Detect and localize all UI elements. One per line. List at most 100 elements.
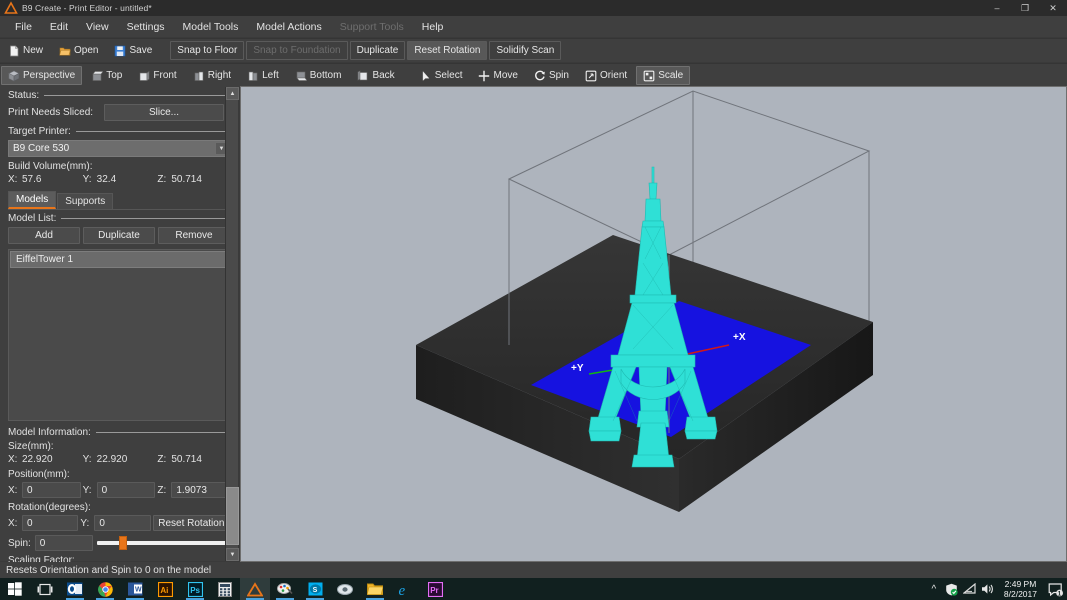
taskbar-internet-explorer[interactable]: e bbox=[390, 578, 420, 600]
taskbar-skype[interactable]: S bbox=[300, 578, 330, 600]
select-tool-button[interactable]: Select bbox=[413, 66, 470, 85]
taskbar-word[interactable]: W bbox=[120, 578, 150, 600]
spin-label: Spin bbox=[548, 70, 569, 81]
spin-slider-handle[interactable] bbox=[118, 536, 127, 550]
new-button[interactable]: New bbox=[1, 41, 50, 60]
back-view-button[interactable]: Back bbox=[350, 66, 401, 85]
taskbar-outlook[interactable] bbox=[60, 578, 90, 600]
move-tool-button[interactable]: Move bbox=[471, 66, 524, 85]
bottom-label: Bottom bbox=[309, 70, 342, 81]
scroll-up-arrow-icon[interactable]: ▲ bbox=[226, 87, 239, 100]
menu-settings[interactable]: Settings bbox=[118, 18, 174, 36]
taskbar-file-explorer[interactable] bbox=[360, 578, 390, 600]
taskbar-calculator[interactable] bbox=[210, 578, 240, 600]
open-button[interactable]: Open bbox=[52, 41, 105, 60]
model-list-box[interactable]: EiffelTower 1 bbox=[8, 249, 230, 421]
position-z-field[interactable]: 1.9073 bbox=[171, 482, 231, 498]
build-volume-z-value: 50.714 bbox=[171, 174, 202, 185]
top-view-button[interactable]: Top bbox=[84, 66, 129, 85]
rotation-values: X: 0 Y: 0 Reset Rotation bbox=[0, 513, 238, 533]
tab-supports[interactable]: Supports bbox=[57, 193, 114, 209]
illustrator-icon: Ai bbox=[157, 581, 173, 597]
spin-value-field[interactable]: 0 bbox=[34, 535, 93, 551]
menu-bar: File Edit View Settings Model Tools Mode… bbox=[0, 16, 1067, 37]
action-center-icon[interactable]: 1 bbox=[1045, 578, 1065, 600]
duplicate-button[interactable]: Duplicate bbox=[349, 41, 406, 60]
reset-rotation-button[interactable]: Reset Rotation bbox=[407, 41, 488, 60]
group-rule-3 bbox=[61, 218, 232, 219]
speaker-icon[interactable] bbox=[980, 578, 996, 600]
spin-slider[interactable] bbox=[96, 536, 230, 550]
chevron-up-icon[interactable]: ^ bbox=[926, 578, 942, 600]
target-printer-select[interactable]: B9 Core 530 ▼ bbox=[8, 140, 230, 157]
model-list-label: Model List: bbox=[8, 213, 57, 224]
tab-models[interactable]: Models bbox=[8, 191, 57, 209]
minimize-button[interactable]: – bbox=[983, 0, 1011, 16]
panel-scrollbar[interactable]: ▲ ▼ bbox=[225, 87, 239, 561]
taskbar-photoshop[interactable]: Ps bbox=[180, 578, 210, 600]
spin-label: Spin: bbox=[8, 537, 31, 549]
restore-button[interactable]: ❐ bbox=[1011, 0, 1039, 16]
position-x-field[interactable]: 0 bbox=[22, 482, 81, 498]
size-z-label: Z: bbox=[157, 454, 167, 465]
svg-text:Pr: Pr bbox=[430, 586, 438, 595]
panel-tabs: Models Supports bbox=[0, 187, 238, 209]
front-view-button[interactable]: Front bbox=[131, 66, 183, 85]
snap-to-floor-button[interactable]: Snap to Floor bbox=[170, 41, 245, 60]
menu-model-tools[interactable]: Model Tools bbox=[174, 18, 248, 36]
spin-circular-arrow-icon bbox=[534, 70, 546, 82]
network-icon[interactable] bbox=[962, 578, 978, 600]
shield-icon[interactable] bbox=[944, 578, 960, 600]
reset-rotation-panel-button[interactable]: Reset Rotation bbox=[152, 515, 231, 531]
taskbar-chrome[interactable] bbox=[90, 578, 120, 600]
model-list-buttons: Add Duplicate Remove bbox=[0, 225, 238, 246]
scrollbar-thumb[interactable] bbox=[226, 487, 239, 545]
taskbar-premiere[interactable]: Pr bbox=[420, 578, 450, 600]
taskbar-media[interactable] bbox=[330, 578, 360, 600]
save-button[interactable]: Save bbox=[107, 41, 159, 60]
taskbar-paint[interactable] bbox=[270, 578, 300, 600]
close-button[interactable]: ✕ bbox=[1039, 0, 1067, 16]
taskbar-illustrator[interactable]: Ai bbox=[150, 578, 180, 600]
position-y-field[interactable]: 0 bbox=[96, 482, 156, 498]
windows-taskbar: W Ai Ps S e Pr ^ 2:49 PM 8/2/2017 1 bbox=[0, 578, 1067, 600]
menu-view[interactable]: View bbox=[77, 18, 118, 36]
scale-tool-button[interactable]: Scale bbox=[636, 66, 691, 85]
start-button[interactable] bbox=[0, 578, 30, 600]
3d-viewport[interactable]: +X +Y bbox=[240, 86, 1067, 562]
orient-tool-button[interactable]: Orient bbox=[578, 66, 634, 85]
print-status-row: Print Needs Sliced: Slice... bbox=[0, 102, 238, 123]
clock-time: 2:49 PM bbox=[1004, 579, 1037, 589]
rotation-y-field[interactable]: 0 bbox=[94, 515, 151, 531]
position-y-label: Y: bbox=[82, 484, 92, 496]
right-view-button[interactable]: Right bbox=[186, 66, 238, 85]
solidify-scan-button[interactable]: Solidify Scan bbox=[489, 41, 562, 60]
list-item[interactable]: EiffelTower 1 bbox=[10, 251, 228, 268]
duplicate-model-button[interactable]: Duplicate bbox=[83, 227, 155, 244]
taskbar-b9create[interactable] bbox=[240, 578, 270, 600]
print-needs-sliced-label: Print Needs Sliced: bbox=[8, 107, 94, 118]
view-bottom-icon bbox=[295, 70, 307, 82]
add-model-button[interactable]: Add bbox=[8, 227, 80, 244]
window-title: B9 Create - Print Editor - untitled* bbox=[22, 3, 152, 13]
build-volume-label-row: Build Volume(mm): bbox=[0, 159, 238, 172]
taskbar-clock[interactable]: 2:49 PM 8/2/2017 bbox=[998, 579, 1043, 599]
remove-model-button[interactable]: Remove bbox=[158, 227, 230, 244]
menu-help[interactable]: Help bbox=[413, 18, 453, 36]
bottom-view-button[interactable]: Bottom bbox=[288, 66, 349, 85]
task-view-button[interactable] bbox=[30, 578, 60, 600]
perspective-view-button[interactable]: Perspective bbox=[1, 66, 83, 85]
b9-triangle-logo-icon bbox=[4, 1, 18, 15]
slice-button[interactable]: Slice... bbox=[104, 104, 224, 121]
viewport-scene: +X +Y bbox=[416, 90, 873, 512]
model-list-group-header: Model List: bbox=[0, 210, 238, 225]
scale-label: Scale bbox=[658, 70, 684, 81]
menu-file[interactable]: File bbox=[6, 18, 41, 36]
menu-model-actions[interactable]: Model Actions bbox=[247, 18, 330, 36]
spin-tool-button[interactable]: Spin bbox=[527, 66, 576, 85]
left-view-button[interactable]: Left bbox=[240, 66, 286, 85]
view-top-icon bbox=[91, 70, 104, 82]
scroll-down-arrow-icon[interactable]: ▼ bbox=[226, 548, 239, 561]
rotation-x-field[interactable]: 0 bbox=[22, 515, 79, 531]
menu-edit[interactable]: Edit bbox=[41, 18, 77, 36]
